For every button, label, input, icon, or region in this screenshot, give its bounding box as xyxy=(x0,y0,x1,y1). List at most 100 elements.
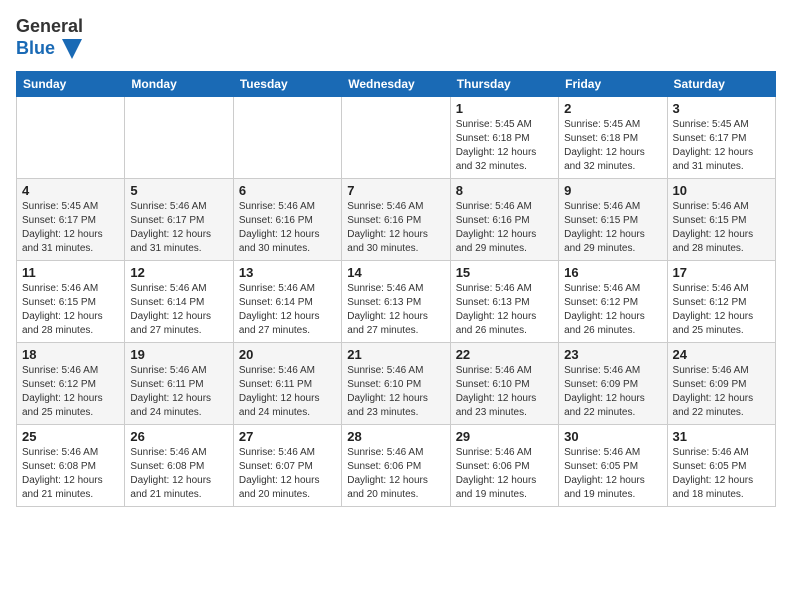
day-info: Sunrise: 5:46 AM Sunset: 6:10 PM Dayligh… xyxy=(347,364,444,420)
day-number: 23 xyxy=(564,347,661,362)
calendar-cell xyxy=(342,97,450,179)
day-info: Sunrise: 5:46 AM Sunset: 6:13 PM Dayligh… xyxy=(347,282,444,338)
day-number: 10 xyxy=(673,183,770,198)
calendar-cell: 22 Sunrise: 5:46 AM Sunset: 6:10 PM Dayli… xyxy=(450,343,558,425)
calendar-cell: 28Sunrise: 5:46 AM Sunset: 6:06 PM Dayli… xyxy=(342,425,450,507)
page-header: GeneralBlue xyxy=(16,16,776,59)
header-row: SundayMondayTuesdayWednesdayThursdayFrid… xyxy=(17,72,776,97)
header-cell-monday: Monday xyxy=(125,72,233,97)
calendar-header: SundayMondayTuesdayWednesdayThursdayFrid… xyxy=(17,72,776,97)
day-info: Sunrise: 5:46 AM Sunset: 6:06 PM Dayligh… xyxy=(347,446,444,502)
calendar-cell: 12 Sunrise: 5:46 AM Sunset: 6:14 PM Dayli… xyxy=(125,261,233,343)
logo-wordmark: GeneralBlue xyxy=(16,16,83,59)
calendar-cell: 10 Sunrise: 5:46 AM Sunset: 6:15 PM Dayli… xyxy=(667,179,775,261)
day-number: 7 xyxy=(347,183,444,198)
logo: GeneralBlue xyxy=(16,16,83,59)
day-number: 31 xyxy=(673,429,770,444)
day-info: Sunrise: 5:46 AM Sunset: 6:10 PM Dayligh… xyxy=(456,364,553,420)
calendar-cell: 4Sunrise: 5:45 AM Sunset: 6:17 PM Daylig… xyxy=(17,179,125,261)
day-info: Sunrise: 5:45 AM Sunset: 6:18 PM Dayligh… xyxy=(564,118,661,174)
day-info: Sunrise: 5:46 AM Sunset: 6:13 PM Dayligh… xyxy=(456,282,553,338)
day-info: Sunrise: 5:46 AM Sunset: 6:07 PM Dayligh… xyxy=(239,446,336,502)
day-info: Sunrise: 5:46 AM Sunset: 6:09 PM Dayligh… xyxy=(564,364,661,420)
calendar-cell: 3Sunrise: 5:45 AM Sunset: 6:17 PM Daylig… xyxy=(667,97,775,179)
day-info: Sunrise: 5:46 AM Sunset: 6:08 PM Dayligh… xyxy=(22,446,119,502)
day-info: Sunrise: 5:46 AM Sunset: 6:17 PM Dayligh… xyxy=(130,200,227,256)
day-number: 8 xyxy=(456,183,553,198)
calendar-cell: 6 Sunrise: 5:46 AM Sunset: 6:16 PM Daylig… xyxy=(233,179,341,261)
day-info: Sunrise: 5:46 AM Sunset: 6:11 PM Dayligh… xyxy=(130,364,227,420)
day-number: 19 xyxy=(130,347,227,362)
day-number: 13 xyxy=(239,265,336,280)
day-info: Sunrise: 5:46 AM Sunset: 6:06 PM Dayligh… xyxy=(456,446,553,502)
calendar-cell: 24 Sunrise: 5:46 AM Sunset: 6:09 PM Dayli… xyxy=(667,343,775,425)
calendar-cell: 25Sunrise: 5:46 AM Sunset: 6:08 PM Dayli… xyxy=(17,425,125,507)
calendar-cell: 17 Sunrise: 5:46 AM Sunset: 6:12 PM Dayli… xyxy=(667,261,775,343)
calendar-cell: 26 Sunrise: 5:46 AM Sunset: 6:08 PM Dayli… xyxy=(125,425,233,507)
day-number: 2 xyxy=(564,101,661,116)
day-number: 17 xyxy=(673,265,770,280)
day-info: Sunrise: 5:46 AM Sunset: 6:15 PM Dayligh… xyxy=(22,282,119,338)
calendar-cell: 21 Sunrise: 5:46 AM Sunset: 6:10 PM Dayli… xyxy=(342,343,450,425)
calendar-cell: 31 Sunrise: 5:46 AM Sunset: 6:05 PM Dayli… xyxy=(667,425,775,507)
day-number: 16 xyxy=(564,265,661,280)
calendar-cell: 23 Sunrise: 5:46 AM Sunset: 6:09 PM Dayli… xyxy=(559,343,667,425)
calendar-cell: 14 Sunrise: 5:46 AM Sunset: 6:13 PM Dayli… xyxy=(342,261,450,343)
calendar-cell: 8Sunrise: 5:46 AM Sunset: 6:16 PM Daylig… xyxy=(450,179,558,261)
calendar-table: SundayMondayTuesdayWednesdayThursdayFrid… xyxy=(16,71,776,507)
calendar-cell: 9Sunrise: 5:46 AM Sunset: 6:15 PM Daylig… xyxy=(559,179,667,261)
week-row-4: 18 Sunrise: 5:46 AM Sunset: 6:12 PM Dayli… xyxy=(17,343,776,425)
week-row-5: 25Sunrise: 5:46 AM Sunset: 6:08 PM Dayli… xyxy=(17,425,776,507)
day-info: Sunrise: 5:46 AM Sunset: 6:08 PM Dayligh… xyxy=(130,446,227,502)
calendar-cell: 1 Sunrise: 5:45 AM Sunset: 6:18 PM Daylig… xyxy=(450,97,558,179)
day-number: 22 xyxy=(456,347,553,362)
calendar-cell: 29Sunrise: 5:46 AM Sunset: 6:06 PM Dayli… xyxy=(450,425,558,507)
day-info: Sunrise: 5:46 AM Sunset: 6:12 PM Dayligh… xyxy=(22,364,119,420)
day-info: Sunrise: 5:46 AM Sunset: 6:14 PM Dayligh… xyxy=(239,282,336,338)
calendar-cell: 7 Sunrise: 5:46 AM Sunset: 6:16 PM Daylig… xyxy=(342,179,450,261)
day-number: 15 xyxy=(456,265,553,280)
calendar-cell: 15 Sunrise: 5:46 AM Sunset: 6:13 PM Dayli… xyxy=(450,261,558,343)
calendar-cell: 18 Sunrise: 5:46 AM Sunset: 6:12 PM Dayli… xyxy=(17,343,125,425)
header-cell-friday: Friday xyxy=(559,72,667,97)
day-number: 14 xyxy=(347,265,444,280)
calendar-cell: 2 Sunrise: 5:45 AM Sunset: 6:18 PM Daylig… xyxy=(559,97,667,179)
day-number: 6 xyxy=(239,183,336,198)
day-info: Sunrise: 5:46 AM Sunset: 6:09 PM Dayligh… xyxy=(673,364,770,420)
calendar-cell xyxy=(125,97,233,179)
day-number: 4 xyxy=(22,183,119,198)
day-number: 12 xyxy=(130,265,227,280)
header-cell-sunday: Sunday xyxy=(17,72,125,97)
header-cell-saturday: Saturday xyxy=(667,72,775,97)
day-info: Sunrise: 5:46 AM Sunset: 6:11 PM Dayligh… xyxy=(239,364,336,420)
day-info: Sunrise: 5:46 AM Sunset: 6:16 PM Dayligh… xyxy=(239,200,336,256)
day-info: Sunrise: 5:46 AM Sunset: 6:05 PM Dayligh… xyxy=(673,446,770,502)
day-info: Sunrise: 5:45 AM Sunset: 6:17 PM Dayligh… xyxy=(673,118,770,174)
calendar-cell xyxy=(17,97,125,179)
calendar-cell: 30Sunrise: 5:46 AM Sunset: 6:05 PM Dayli… xyxy=(559,425,667,507)
day-number: 26 xyxy=(130,429,227,444)
day-info: Sunrise: 5:46 AM Sunset: 6:12 PM Dayligh… xyxy=(673,282,770,338)
day-number: 20 xyxy=(239,347,336,362)
calendar-cell: 20 Sunrise: 5:46 AM Sunset: 6:11 PM Dayli… xyxy=(233,343,341,425)
day-info: Sunrise: 5:46 AM Sunset: 6:14 PM Dayligh… xyxy=(130,282,227,338)
calendar-cell: 11 Sunrise: 5:46 AM Sunset: 6:15 PM Dayli… xyxy=(17,261,125,343)
header-cell-tuesday: Tuesday xyxy=(233,72,341,97)
header-cell-wednesday: Wednesday xyxy=(342,72,450,97)
day-number: 1 xyxy=(456,101,553,116)
calendar-cell: 19 Sunrise: 5:46 AM Sunset: 6:11 PM Dayli… xyxy=(125,343,233,425)
day-number: 18 xyxy=(22,347,119,362)
day-info: Sunrise: 5:46 AM Sunset: 6:15 PM Dayligh… xyxy=(673,200,770,256)
day-info: Sunrise: 5:46 AM Sunset: 6:16 PM Dayligh… xyxy=(347,200,444,256)
day-number: 24 xyxy=(673,347,770,362)
day-info: Sunrise: 5:46 AM Sunset: 6:12 PM Dayligh… xyxy=(564,282,661,338)
day-number: 11 xyxy=(22,265,119,280)
week-row-1: 1 Sunrise: 5:45 AM Sunset: 6:18 PM Daylig… xyxy=(17,97,776,179)
day-number: 5 xyxy=(130,183,227,198)
day-number: 21 xyxy=(347,347,444,362)
calendar-cell: 27Sunrise: 5:46 AM Sunset: 6:07 PM Dayli… xyxy=(233,425,341,507)
day-info: Sunrise: 5:45 AM Sunset: 6:18 PM Dayligh… xyxy=(456,118,553,174)
header-cell-thursday: Thursday xyxy=(450,72,558,97)
calendar-cell xyxy=(233,97,341,179)
day-number: 30 xyxy=(564,429,661,444)
